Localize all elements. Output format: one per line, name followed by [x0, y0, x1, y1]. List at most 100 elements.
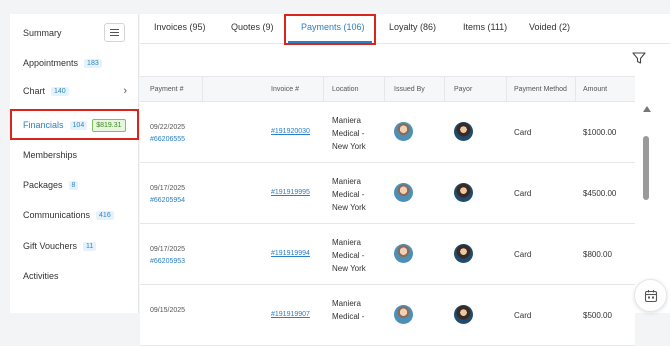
highlight-box-payments-tab	[284, 14, 376, 45]
column-header-payment-method[interactable]: Payment Method	[514, 86, 567, 93]
invoice-link[interactable]: #191919995	[271, 189, 310, 196]
sidebar-item-label: Appointments	[23, 58, 79, 68]
filter-icon[interactable]	[632, 51, 646, 65]
invoice-link[interactable]: #191919907	[271, 311, 310, 318]
count-badge: 11	[83, 241, 97, 251]
issued-by-avatar[interactable]	[394, 183, 413, 202]
sidebar-item-label: Communications	[23, 210, 91, 220]
payor-avatar[interactable]	[454, 244, 473, 263]
location-cell: Maniera Medical -	[332, 297, 378, 323]
tab-invoices[interactable]: Invoices (95)	[154, 22, 206, 32]
sidebar-item-label: Gift Vouchers	[23, 241, 78, 251]
column-header-payment[interactable]: Payment #	[150, 86, 183, 93]
tab-quotes[interactable]: Quotes (9)	[231, 22, 274, 32]
main-panel: Invoices (95) Quotes (9) Payments (106) …	[140, 14, 670, 346]
count-badge: 140	[51, 86, 69, 96]
payment-id-link[interactable]: #66205953	[150, 256, 185, 268]
column-header-payor[interactable]: Payor	[454, 86, 472, 93]
hamburger-icon-line	[110, 35, 119, 36]
sidebar-item-activities[interactable]: Activities	[10, 262, 139, 290]
count-badge: 8	[68, 180, 79, 190]
issued-by-avatar[interactable]	[394, 244, 413, 263]
column-divider	[506, 77, 507, 103]
sidebar-item-gift-vouchers[interactable]: Gift Vouchers 11	[10, 232, 139, 260]
payment-cell: 09/17/2025 #66205954	[150, 183, 185, 207]
location-line: Maniera	[332, 299, 361, 308]
location-line: Medical -	[332, 190, 365, 199]
calendar-button[interactable]	[634, 279, 667, 312]
column-divider	[444, 77, 445, 103]
sidebar-item-label: Chart	[23, 86, 46, 96]
payment-id-link[interactable]: #66206555	[150, 134, 185, 146]
count-badge: 104	[69, 120, 88, 130]
tab-voided[interactable]: Voided (2)	[529, 22, 570, 32]
tab-items[interactable]: Items (111)	[463, 22, 507, 32]
table-row[interactable]: 09/22/2025 #66206555 #191920030 Maniera …	[140, 102, 635, 163]
tab-loyalty[interactable]: Loyalty (86)	[389, 22, 436, 32]
sidebar-item-chart[interactable]: Chart 140 ›	[10, 77, 139, 105]
payment-amount: $500.00	[583, 311, 612, 320]
sidebar-item-financials[interactable]: Financials 104 $819.31	[10, 111, 139, 139]
invoice-link[interactable]: #191919994	[271, 250, 310, 257]
invoice-link[interactable]: #191920030	[271, 128, 310, 135]
column-divider	[202, 77, 203, 103]
column-divider	[323, 77, 324, 103]
payment-method: Card	[514, 250, 532, 259]
table-header: Payment # Invoice # Location Issued By P…	[140, 76, 635, 103]
payor-avatar[interactable]	[454, 183, 473, 202]
menu-toggle-button[interactable]	[104, 23, 125, 42]
sidebar-item-appointments[interactable]: Appointments 183	[10, 49, 139, 77]
scrollbar-thumb[interactable]	[643, 136, 649, 200]
location-line: Maniera	[332, 177, 361, 186]
location-cell: Maniera Medical - New York	[332, 175, 378, 214]
location-line: New York	[332, 264, 366, 273]
payment-method: Card	[514, 128, 532, 137]
payor-avatar[interactable]	[454, 122, 473, 141]
location-line: New York	[332, 203, 366, 212]
table-row[interactable]: 09/17/2025 #66205953 #191919994 Maniera …	[140, 224, 635, 285]
column-header-location[interactable]: Location	[332, 86, 358, 93]
payment-amount: $4500.00	[583, 189, 617, 198]
column-divider	[575, 77, 576, 103]
count-badge: 183	[84, 58, 102, 68]
sidebar-item-communications[interactable]: Communications 416	[10, 201, 139, 229]
payment-cell: 09/15/2025	[150, 305, 185, 317]
payment-method: Card	[514, 189, 532, 198]
column-header-invoice[interactable]: Invoice #	[271, 86, 299, 93]
payment-date: 09/22/2025	[150, 124, 186, 131]
balance-badge: $819.31	[92, 118, 126, 132]
location-line: Medical -	[332, 129, 365, 138]
hamburger-icon-line	[110, 32, 119, 33]
issued-by-avatar[interactable]	[394, 305, 413, 324]
table-row[interactable]: 09/17/2025 #66205954 #191919995 Maniera …	[140, 163, 635, 224]
sidebar-item-packages[interactable]: Packages 8	[10, 171, 139, 199]
app-window: Summary Appointments 183 Chart 140 › Fin…	[0, 0, 670, 346]
sidebar: Summary Appointments 183 Chart 140 › Fin…	[10, 14, 139, 313]
issued-by-avatar[interactable]	[394, 122, 413, 141]
column-divider	[384, 77, 385, 103]
hamburger-icon	[110, 29, 119, 30]
location-line: Medical -	[332, 312, 365, 321]
tab-bar: Invoices (95) Quotes (9) Payments (106) …	[140, 14, 670, 45]
chevron-right-icon[interactable]: ›	[123, 85, 127, 97]
top-strip	[0, 0, 670, 14]
column-header-issued-by[interactable]: Issued By	[394, 86, 425, 93]
location-line: New York	[332, 142, 366, 151]
sidebar-item-memberships[interactable]: Memberships	[10, 141, 139, 169]
location-line: Maniera	[332, 116, 361, 125]
column-header-amount[interactable]: Amount	[583, 86, 607, 93]
payment-date: 09/17/2025	[150, 246, 186, 253]
location-cell: Maniera Medical - New York	[332, 236, 378, 275]
scroll-up-arrow-icon[interactable]	[643, 106, 651, 112]
sidebar-item-label: Activities	[23, 271, 59, 281]
sidebar-item-label: Memberships	[23, 150, 78, 160]
sidebar-item-label: Financials	[23, 120, 64, 130]
payment-id-link[interactable]: #66205954	[150, 195, 185, 207]
payment-date: 09/15/2025	[150, 307, 186, 314]
payor-avatar[interactable]	[454, 305, 473, 324]
payment-cell: 09/22/2025 #66206555	[150, 122, 185, 146]
payment-amount: $1000.00	[583, 128, 617, 137]
table-row[interactable]: 09/15/2025 #191919907 Maniera Medical - …	[140, 285, 635, 346]
location-line: Maniera	[332, 238, 361, 247]
location-cell: Maniera Medical - New York	[332, 114, 378, 153]
